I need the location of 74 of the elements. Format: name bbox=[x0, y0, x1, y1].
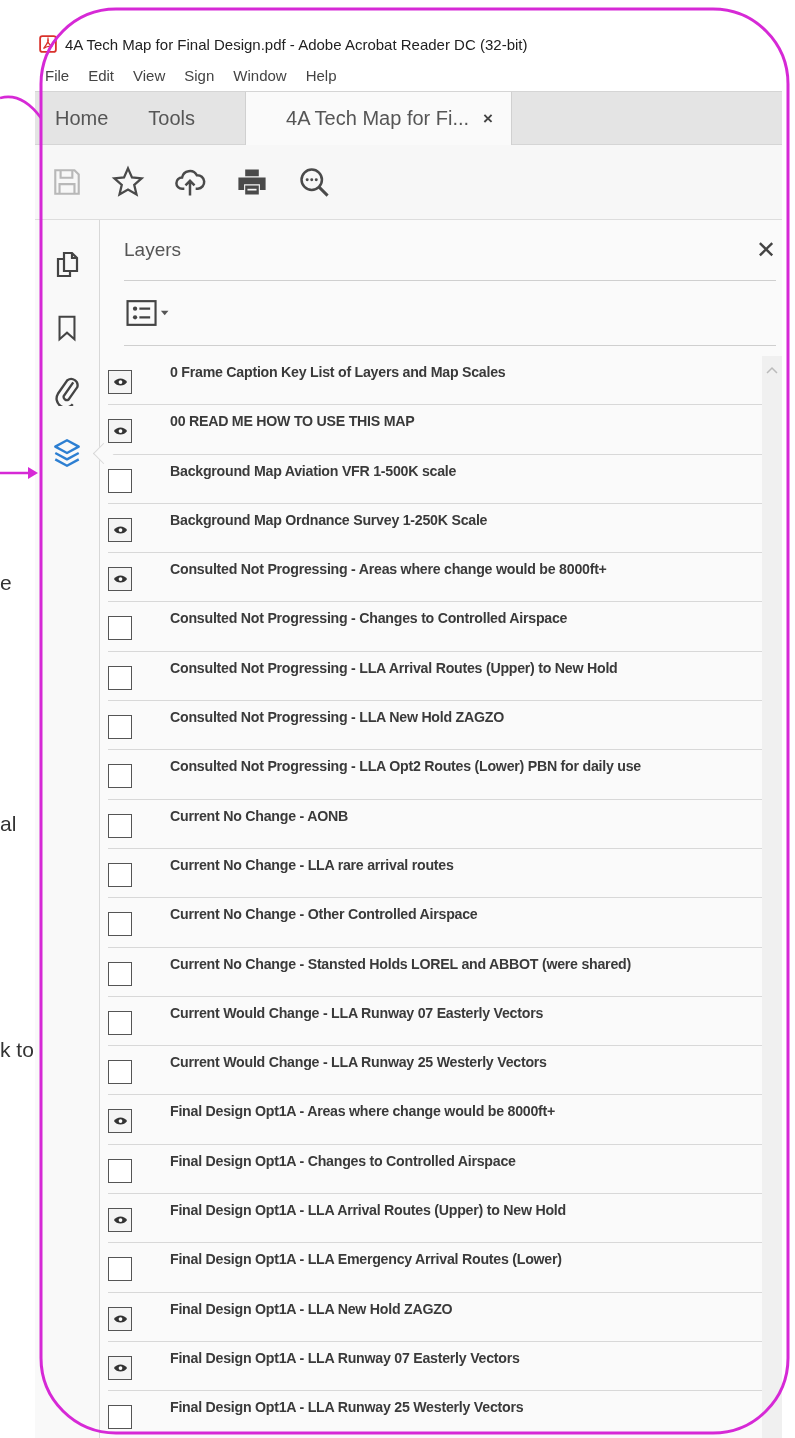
visibility-checkbox[interactable] bbox=[108, 1010, 132, 1035]
visibility-checkbox[interactable] bbox=[108, 468, 132, 493]
visibility-checkbox[interactable] bbox=[108, 1158, 132, 1183]
background-text: k to bbox=[0, 1037, 35, 1063]
layer-name[interactable]: Final Design Opt1A - LLA Arrival Routes (Upper) to New Hold bbox=[170, 1202, 566, 1219]
visibility-checkbox[interactable] bbox=[108, 862, 132, 887]
menu-item[interactable]: Sign bbox=[184, 66, 215, 84]
layer-name[interactable]: Consulted Not Progressing - Areas where change would be 8000ft+ bbox=[170, 561, 607, 578]
eye-icon bbox=[112, 1313, 128, 1324]
layer-name[interactable]: Background Map Ordnance Survey 1-250K Scale bbox=[170, 511, 488, 528]
panel-title: Layers bbox=[124, 239, 182, 261]
visibility-checkbox[interactable] bbox=[108, 616, 132, 641]
visibility-checkbox[interactable] bbox=[108, 1257, 132, 1282]
layer-name[interactable]: Consulted Not Progressing - LLA Opt2 Routes (Lower) PBN for daily use bbox=[170, 758, 641, 775]
star-icon[interactable] bbox=[111, 165, 145, 199]
tab[interactable]: Home bbox=[35, 92, 129, 144]
background-text: e bbox=[0, 570, 13, 596]
visibility-checkbox[interactable] bbox=[108, 419, 132, 444]
scrollbar[interactable] bbox=[762, 356, 782, 1438]
visibility-checkbox[interactable] bbox=[108, 961, 132, 986]
layer-name[interactable]: Current Would Change - LLA Runway 25 Westerly Vectors bbox=[170, 1054, 547, 1071]
layer-name[interactable]: Final Design Opt1A - LLA Runway 25 Westerly Vectors bbox=[170, 1399, 524, 1416]
eye-icon bbox=[112, 426, 128, 437]
layer-name[interactable]: Consulted Not Progressing - LLA Arrival Routes (Upper) to New Hold bbox=[170, 659, 618, 676]
layer-name[interactable]: Current No Change - Stansted Holds LOREL and ABBOT (were shared) bbox=[170, 955, 631, 972]
layer-name[interactable]: Final Design Opt1A - LLA Runway 07 Easterly Vectors bbox=[170, 1349, 520, 1366]
eye-icon bbox=[112, 524, 128, 535]
eye-icon bbox=[112, 1362, 128, 1373]
close-panel-button[interactable]: ✕ bbox=[755, 236, 776, 264]
menu-item[interactable]: Edit bbox=[88, 66, 115, 84]
layer-name[interactable]: Final Design Opt1A - LLA Emergency Arrival Routes (Lower) bbox=[170, 1251, 562, 1268]
layer-name[interactable]: 0 Frame Caption Key List of Layers and Map Scales bbox=[170, 364, 506, 380]
layer-name[interactable]: Current No Change - LLA rare arrival routes bbox=[170, 856, 454, 873]
visibility-checkbox[interactable] bbox=[108, 567, 132, 592]
visibility-checkbox[interactable] bbox=[108, 1208, 132, 1233]
layer-name[interactable]: 00 READ ME HOW TO USE THIS MAP bbox=[170, 413, 415, 430]
visibility-checkbox[interactable] bbox=[108, 1405, 132, 1430]
visibility-checkbox[interactable] bbox=[108, 715, 132, 740]
visibility-checkbox[interactable] bbox=[108, 370, 132, 394]
close-tab-button[interactable]: × bbox=[483, 108, 494, 129]
background-text: al bbox=[0, 811, 18, 837]
eye-icon bbox=[112, 574, 128, 585]
layer-name[interactable]: Consulted Not Progressing - LLA New Hold ZAGZO bbox=[170, 709, 504, 726]
layer-name[interactable]: Current Would Change - LLA Runway 07 Easterly Vectors bbox=[170, 1004, 544, 1021]
visibility-checkbox[interactable] bbox=[108, 813, 132, 838]
visibility-checkbox[interactable] bbox=[108, 1109, 132, 1134]
layer-name[interactable]: Current No Change - AONB bbox=[170, 807, 348, 824]
annotation-line bbox=[0, 95, 42, 119]
layer-name[interactable]: Consulted Not Progressing - Changes to Controlled Airspace bbox=[170, 610, 568, 627]
layer-name[interactable]: Current No Change - Other Controlled Airspace bbox=[170, 906, 478, 923]
menu-item[interactable]: Help bbox=[305, 66, 337, 84]
menu-item[interactable]: File bbox=[45, 66, 70, 84]
visibility-checkbox[interactable] bbox=[108, 1060, 132, 1085]
visibility-checkbox[interactable] bbox=[108, 1355, 132, 1380]
layers-icon[interactable] bbox=[51, 436, 83, 470]
visibility-checkbox[interactable] bbox=[108, 1306, 132, 1331]
zoom-search-icon[interactable] bbox=[297, 165, 331, 199]
layer-name[interactable]: Background Map Aviation VFR 1-500K scale bbox=[170, 462, 457, 479]
menu-item[interactable]: View bbox=[133, 66, 166, 84]
window-title: 4A Tech Map for Final Design.pdf - Adobe Acrobat Reader DC (32-bit) bbox=[65, 35, 528, 53]
visibility-checkbox[interactable] bbox=[108, 764, 132, 789]
layer-name[interactable]: Final Design Opt1A - Changes to Controlled Airspace bbox=[170, 1152, 516, 1169]
eye-icon bbox=[112, 1116, 128, 1127]
visibility-checkbox[interactable] bbox=[108, 665, 132, 690]
eye-icon bbox=[112, 1215, 128, 1226]
visibility-checkbox[interactable] bbox=[108, 912, 132, 937]
visibility-checkbox[interactable] bbox=[108, 517, 132, 542]
menu-item[interactable]: Window bbox=[233, 66, 287, 84]
annotation-arrow bbox=[0, 467, 38, 479]
eye-icon bbox=[112, 377, 128, 387]
layer-name[interactable]: Final Design Opt1A - Areas where change would be 8000ft+ bbox=[170, 1103, 556, 1120]
tab[interactable]: 4A Tech Map for Fi... × bbox=[245, 92, 513, 145]
layer-name[interactable]: Final Design Opt1A - LLA New Hold ZAGZO bbox=[170, 1300, 453, 1317]
tab[interactable]: Tools bbox=[128, 92, 216, 144]
